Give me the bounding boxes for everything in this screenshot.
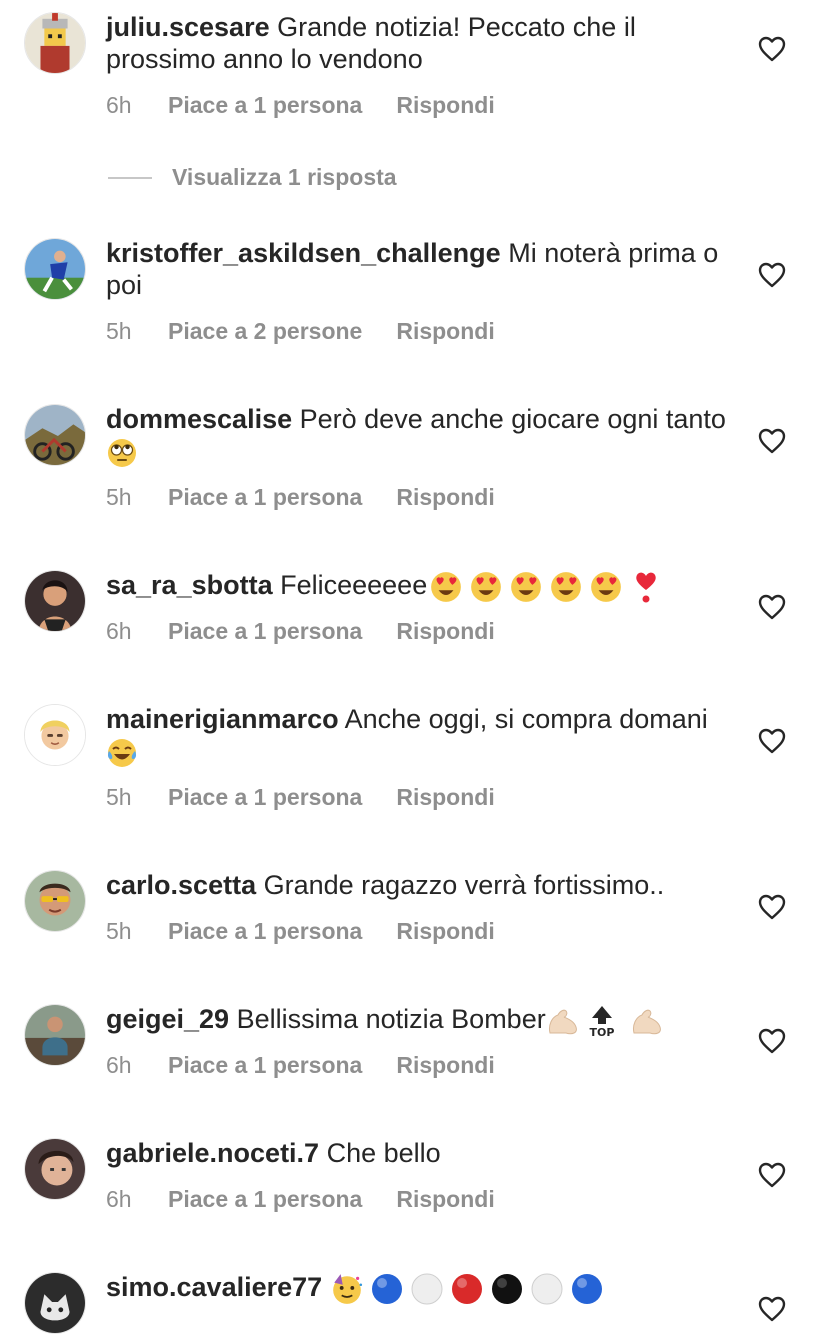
avatar[interactable] [24,870,86,932]
comment-username[interactable]: carlo.scetta [106,870,256,900]
reply-button[interactable]: Rispondi [396,1186,494,1212]
comment-time: 6h [106,1186,132,1212]
comment-likes[interactable]: Piace a 1 persona [168,918,362,945]
comment-meta: 6h Piace a 1 persona Rispondi [106,1186,495,1213]
comment-likes[interactable]: Piace a 2 persone [168,318,362,345]
comment-username[interactable]: kristoffer_askildsen_challenge [106,238,501,268]
comment-time: 6h [106,92,132,118]
comment-time: 5h [106,484,132,510]
heart-eyes-emoji [509,570,543,604]
heart-icon[interactable] [758,594,786,620]
heart-eyes-emoji [549,570,583,604]
heart-exclamation-emoji [633,570,659,604]
comment-text: kristoffer_askildsen_challenge Mi noterà… [106,237,726,301]
comment-meta: 6h Piace a 1 persona Rispondi [106,618,495,645]
heart-eyes-emoji [469,570,503,604]
heart-icon[interactable] [758,262,786,288]
flexed-biceps-emoji [546,1005,580,1037]
avatar[interactable] [24,238,86,300]
comment-text: dommescalise Però deve anche giocare ogn… [106,403,726,469]
white-circle-emoji [530,1272,564,1306]
comment-username[interactable]: dommescalise [106,404,292,434]
eye-roll-emoji [106,437,138,469]
comment-meta: 5h Piace a 1 persona Rispondi [106,484,495,511]
comment-body: Bellissima notizia Bomber [236,1004,546,1034]
avatar[interactable] [24,570,86,632]
blue-circle-emoji [570,1272,604,1306]
comment-meta: 6h Piace a 1 persona Rispondi [106,1052,495,1079]
avatar[interactable] [24,12,86,74]
comment-body: Che bello [326,1138,441,1168]
blue-circle-emoji [370,1272,404,1306]
view-replies-label: Visualizza 1 risposta [172,164,397,190]
comment-username[interactable]: geigei_29 [106,1004,229,1034]
comment-body: Anche oggi, si compra domani [344,704,708,734]
comment-meta: 5h Piace a 1 persona Rispondi [106,784,495,811]
comment-time: 5h [106,918,132,944]
comment-text: juliu.scesare Grande notizia! Peccato ch… [106,11,726,75]
comment-username[interactable]: gabriele.noceti.7 [106,1138,319,1168]
avatar[interactable] [24,404,86,466]
heart-eyes-emoji [429,570,463,604]
comment-text: simo.cavaliere77 [106,1271,726,1306]
flexed-biceps-emoji [630,1005,664,1037]
reply-button[interactable]: Rispondi [396,918,494,944]
comment-text: gabriele.noceti.7 Che bello [106,1137,726,1169]
comment-text: geigei_29 Bellissima notizia Bomber TOP [106,1003,726,1038]
reply-button[interactable]: Rispondi [396,92,494,118]
heart-icon[interactable] [758,1162,786,1188]
comment-time: 6h [106,1052,132,1078]
comment-likes[interactable]: Piace a 1 persona [168,618,362,645]
comment-body: Grande ragazzo verrà fortissimo.. [263,870,665,900]
comment-text: sa_ra_sbotta Feliceeeeee [106,569,726,604]
comment-text: carlo.scetta Grande ragazzo verrà fortis… [106,869,726,901]
top-arrow-emoji: TOP [588,1004,616,1038]
comment-body: Però deve anche giocare ogni tanto [299,404,726,434]
comment-meta: 5h Piace a 2 persone Rispondi [106,318,495,345]
avatar[interactable] [24,704,86,766]
heart-icon[interactable] [758,728,786,754]
comment-username[interactable]: mainerigianmarco [106,704,339,734]
comment-username[interactable]: sa_ra_sbotta [106,570,273,600]
black-circle-emoji [490,1272,524,1306]
comment-time: 5h [106,318,132,344]
red-circle-emoji [450,1272,484,1306]
reply-button[interactable]: Rispondi [396,318,494,344]
comment-likes[interactable]: Piace a 1 persona [168,784,362,811]
comment-time: 5h [106,784,132,810]
avatar[interactable] [24,1138,86,1200]
reply-button[interactable]: Rispondi [396,618,494,644]
heart-eyes-emoji [589,570,623,604]
heart-icon[interactable] [758,894,786,920]
comment-meta: 6h Piace a 1 persona Rispondi [106,92,495,119]
party-face-emoji [330,1272,364,1306]
heart-icon[interactable] [758,1028,786,1054]
comment-likes[interactable]: Piace a 1 persona [168,1186,362,1213]
comment-username[interactable]: simo.cavaliere77 [106,1272,322,1302]
comment-body: Feliceeeeee [280,570,428,600]
avatar[interactable] [24,1004,86,1066]
divider-line [108,176,152,179]
svg-text:TOP: TOP [589,1026,614,1038]
comment-likes[interactable]: Piace a 1 persona [168,484,362,511]
comment-meta: 5h Piace a 1 persona Rispondi [106,918,495,945]
heart-icon[interactable] [758,36,786,62]
view-replies-button[interactable]: Visualizza 1 risposta [108,164,397,191]
reply-button[interactable]: Rispondi [396,784,494,810]
reply-button[interactable]: Rispondi [396,1052,494,1078]
comment-username[interactable]: juliu.scesare [106,12,270,42]
avatar[interactable] [24,1272,86,1334]
tears-of-joy-emoji [106,737,138,769]
heart-icon[interactable] [758,1296,786,1322]
comment-text: mainerigianmarco Anche oggi, si compra d… [106,703,726,769]
comment-likes[interactable]: Piace a 1 persona [168,92,362,119]
white-circle-emoji [410,1272,444,1306]
comment-time: 6h [106,618,132,644]
comment-likes[interactable]: Piace a 1 persona [168,1052,362,1079]
reply-button[interactable]: Rispondi [396,484,494,510]
heart-icon[interactable] [758,428,786,454]
